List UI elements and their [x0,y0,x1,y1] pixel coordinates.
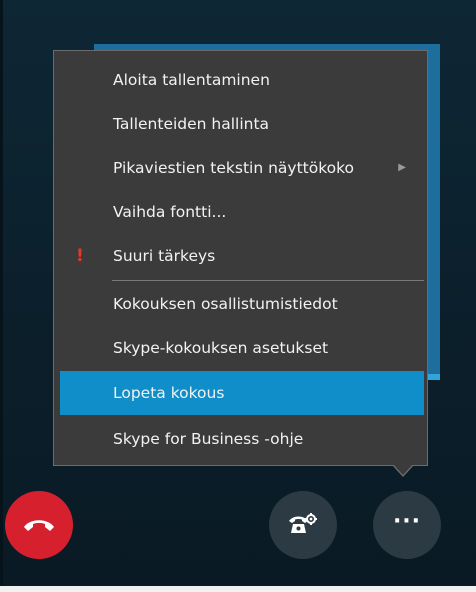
menu-item-label: Aloita tallentaminen [113,71,270,89]
menu-item-label: Vaihda fontti... [113,203,227,221]
menu-pointer-fill [393,464,413,475]
menu-item-start-recording[interactable]: Aloita tallentaminen [60,58,424,102]
more-options-button[interactable]: ··· [373,491,441,559]
menu-item-label: Skype-kokouksen asetukset [113,339,329,357]
menu-item-meeting-join-info[interactable]: Kokouksen osallistumistiedot [60,282,424,326]
menu-item-change-font[interactable]: Vaihda fontti... [60,190,424,234]
menu-item-label: Kokouksen osallistumistiedot [113,295,338,313]
menu-item-end-meeting[interactable]: Lopeta kokous [60,371,424,415]
menu-item-manage-recordings[interactable]: Tallenteiden hallinta [60,102,424,146]
window-edge [0,0,3,592]
more-options-menu: Aloita tallentaminen Tallenteiden hallin… [53,50,428,466]
menu-separator [112,280,424,281]
phone-settings-icon [289,513,317,533]
menu-item-high-importance[interactable]: ! Suuri tärkeys [60,234,424,278]
phone-hangup-icon [24,520,54,531]
menu-item-label: Suuri tärkeys [113,247,216,265]
menu-item-label: Pikaviestien tekstin näyttökoko [113,159,355,177]
menu-item-label: Tallenteiden hallinta [113,115,270,133]
menu-item-label: Skype for Business -ohje [113,430,304,448]
window-bottom-edge [0,586,476,592]
hang-up-button[interactable] [5,491,73,559]
menu-item-help[interactable]: Skype for Business -ohje [60,417,424,461]
more-options-icon: ··· [392,509,422,534]
call-controls-button[interactable] [269,491,337,559]
menu-item-label: Lopeta kokous [113,384,225,402]
menu-item-im-text-size[interactable]: Pikaviestien tekstin näyttökoko ▶ [60,146,424,190]
menu-item-meeting-options[interactable]: Skype-kokouksen asetukset [60,326,424,370]
importance-icon: ! [76,246,84,266]
submenu-arrow-icon: ▶ [398,162,406,173]
